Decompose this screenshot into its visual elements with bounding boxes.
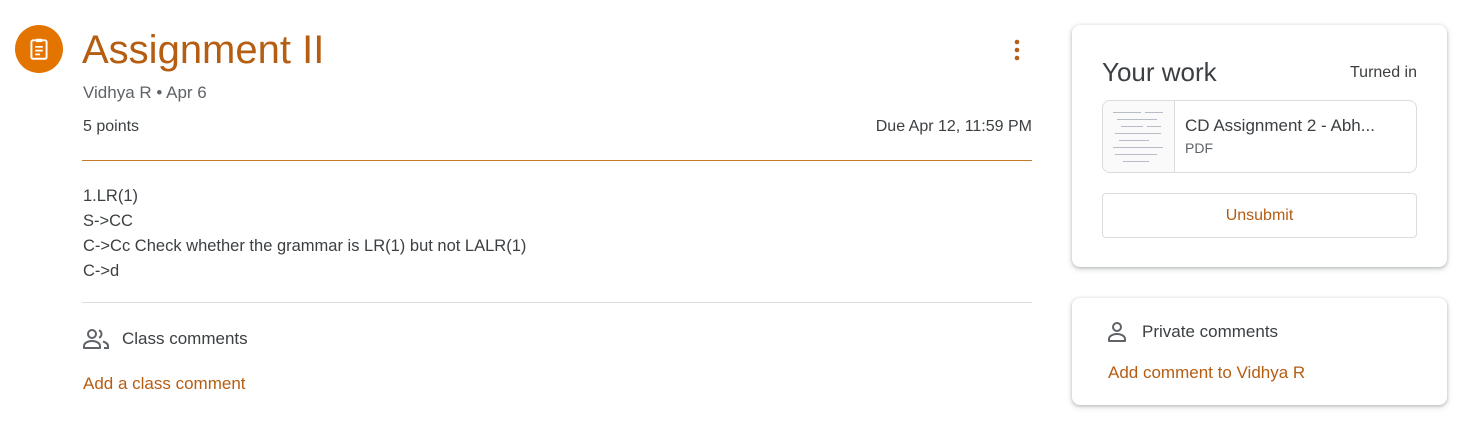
private-comments-label: Private comments bbox=[1142, 322, 1279, 341]
attachment-thumbnail bbox=[1103, 101, 1175, 172]
people-icon bbox=[83, 329, 109, 349]
instructions: 1.LR(1) S->CC C->Cc Check whether the gr… bbox=[83, 184, 526, 284]
instruction-line: 1.LR(1) bbox=[83, 187, 139, 205]
class-comments-header: Class comments bbox=[82, 326, 248, 352]
attachment-card[interactable]: CD Assignment 2 - Abh... PDF bbox=[1102, 100, 1417, 173]
add-class-comment-link[interactable]: Add a class comment bbox=[83, 373, 246, 395]
due-date: Due Apr 12, 11:59 PM bbox=[875, 118, 1032, 135]
comments-divider bbox=[82, 302, 1032, 303]
your-work-title: Your work bbox=[1102, 57, 1217, 87]
class-comments-label: Class comments bbox=[122, 329, 248, 348]
points-label: 5 points bbox=[83, 118, 140, 135]
more-vert-icon bbox=[1014, 39, 1020, 61]
header-divider bbox=[82, 160, 1032, 161]
author-date: Vidhya R • Apr 6 bbox=[83, 83, 207, 102]
person-icon bbox=[1108, 322, 1126, 342]
instruction-line: C->d bbox=[83, 262, 120, 280]
private-comments-header: Private comments bbox=[1106, 320, 1278, 344]
instruction-line: S->CC bbox=[83, 212, 133, 230]
private-comments-card: Private comments Add comment to Vidhya R bbox=[1072, 298, 1447, 405]
attachment-name: CD Assignment 2 - Abh... bbox=[1185, 116, 1375, 135]
instruction-line: C->Cc Check whether the grammar is LR(1)… bbox=[83, 237, 527, 255]
add-private-comment-link[interactable]: Add comment to Vidhya R bbox=[1108, 362, 1305, 384]
your-work-card: Your work Turned in CD Assignment 2 - Ab… bbox=[1072, 25, 1447, 267]
unsubmit-button[interactable]: Unsubmit bbox=[1102, 193, 1417, 238]
assignment-icon bbox=[15, 25, 63, 73]
assignment-clipboard-icon bbox=[30, 38, 48, 60]
attachment-type: PDF bbox=[1185, 140, 1213, 156]
assignment-title: Assignment II bbox=[82, 28, 325, 72]
turned-in-status: Turned in bbox=[1350, 64, 1417, 81]
more-options-button[interactable] bbox=[1000, 32, 1034, 68]
